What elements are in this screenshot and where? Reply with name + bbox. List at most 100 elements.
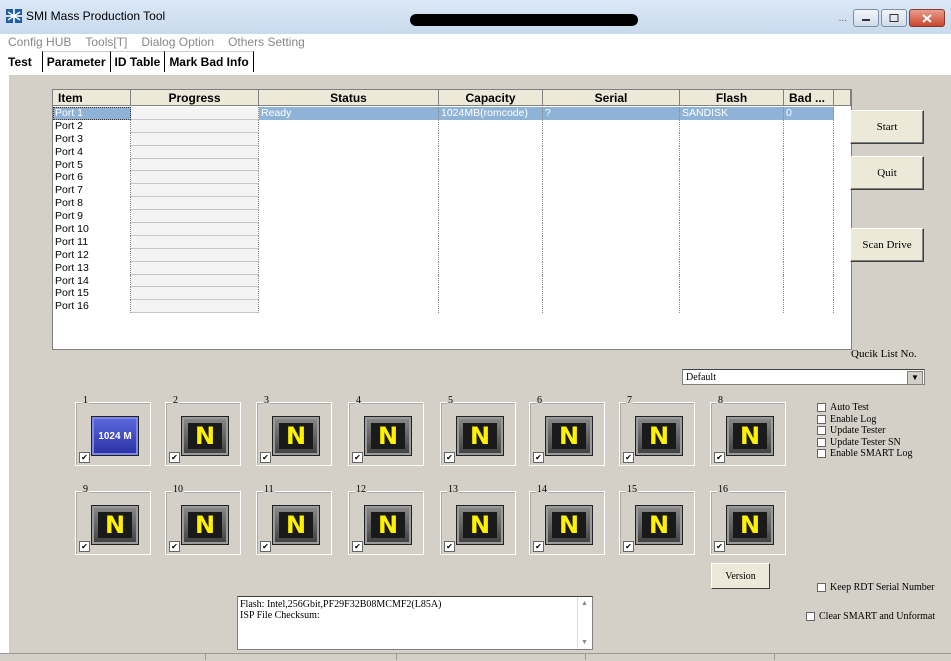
- table-row[interactable]: Port 15: [53, 287, 834, 301]
- drive-slot[interactable]: 14 N ✔: [529, 484, 605, 555]
- drive-slot[interactable]: 9 N ✔: [75, 484, 151, 555]
- table-row[interactable]: Port 11: [53, 235, 834, 249]
- start-button[interactable]: Start: [850, 110, 924, 144]
- drive-slot[interactable]: 1 1024 M ✔: [75, 395, 151, 466]
- checkbox-checked-icon[interactable]: ✔: [623, 452, 634, 463]
- checkbox-checked-icon[interactable]: ✔: [352, 541, 363, 552]
- table-row[interactable]: Port 5: [53, 158, 834, 172]
- maximize-button[interactable]: [881, 9, 907, 27]
- checkbox-icon[interactable]: [817, 583, 826, 592]
- checkbox-checked-icon[interactable]: ✔: [623, 541, 634, 552]
- clear-smart-checkbox[interactable]: Clear SMART and Unformat: [806, 611, 935, 622]
- checkbox-icon[interactable]: [817, 437, 826, 447]
- option-update-tester-sn[interactable]: Update Tester SN: [817, 437, 913, 449]
- menu-dialog-option[interactable]: Dialog Option: [133, 34, 220, 50]
- table-row[interactable]: Port 12: [53, 248, 834, 262]
- scan-drive-button[interactable]: Scan Drive: [850, 228, 924, 262]
- table-row[interactable]: Port 16: [53, 300, 834, 314]
- drive-slot[interactable]: 13 N ✔: [440, 484, 516, 555]
- drive-slot[interactable]: 12 N ✔: [348, 484, 424, 555]
- col-status[interactable]: Status: [259, 90, 439, 106]
- option-update-tester[interactable]: Update Tester: [817, 425, 913, 437]
- drive-slot[interactable]: 5 N ✔: [440, 395, 516, 466]
- dropdown-arrow-icon[interactable]: ▼: [907, 371, 923, 385]
- cell-bad: 0: [784, 107, 834, 120]
- keep-rdt-checkbox[interactable]: Keep RDT Serial Number: [817, 582, 935, 593]
- scroll-up-icon[interactable]: ▲: [581, 598, 588, 609]
- menu-config-hub[interactable]: Config HUB: [0, 34, 77, 50]
- checkbox-checked-icon[interactable]: ✔: [714, 452, 725, 463]
- table-row[interactable]: Port 6: [53, 171, 834, 185]
- checkbox-checked-icon[interactable]: ✔: [260, 452, 271, 463]
- cell-capacity: [439, 132, 543, 146]
- menu-tools[interactable]: Tools[T]: [77, 34, 133, 50]
- drive-slot[interactable]: 11 N ✔: [256, 484, 332, 555]
- drive-slot[interactable]: 4 N ✔: [348, 395, 424, 466]
- menu-others-setting[interactable]: Others Setting: [220, 34, 311, 50]
- cell-flash: [680, 300, 784, 314]
- checkbox-icon[interactable]: [817, 426, 826, 436]
- col-spacer: [834, 90, 851, 106]
- option-auto-test[interactable]: Auto Test: [817, 402, 913, 414]
- quick-list-select[interactable]: Default ▼: [682, 369, 925, 385]
- col-bad[interactable]: Bad ...: [784, 90, 834, 106]
- drive-slot[interactable]: 16 N ✔: [710, 484, 786, 555]
- drive-slot[interactable]: 3 N ✔: [256, 395, 332, 466]
- col-capacity[interactable]: Capacity: [439, 90, 543, 106]
- drive-slot[interactable]: 2 N ✔: [165, 395, 241, 466]
- checkbox-checked-icon[interactable]: ✔: [352, 452, 363, 463]
- close-button[interactable]: [909, 9, 945, 27]
- checkbox-checked-icon[interactable]: ✔: [79, 541, 90, 552]
- tab-test[interactable]: Test: [0, 52, 42, 72]
- col-progress[interactable]: Progress: [131, 90, 259, 106]
- version-button[interactable]: Version: [711, 563, 770, 589]
- drive-slot[interactable]: 8 N ✔: [710, 395, 786, 466]
- info-scrollbar[interactable]: ▲ ▼: [577, 597, 592, 649]
- checkbox-checked-icon[interactable]: ✔: [79, 452, 90, 463]
- col-serial[interactable]: Serial: [543, 90, 680, 106]
- table-row[interactable]: Port 3: [53, 132, 834, 146]
- drive-slot[interactable]: 10 N ✔: [165, 484, 241, 555]
- checkbox-checked-icon[interactable]: ✔: [169, 452, 180, 463]
- checkbox-icon[interactable]: [817, 414, 826, 424]
- checkbox-icon[interactable]: [817, 449, 826, 459]
- table-row[interactable]: Port 2: [53, 119, 834, 133]
- checkbox-icon[interactable]: [817, 403, 826, 413]
- table-row[interactable]: Port 4: [53, 145, 834, 159]
- cell-capacity: 1024MB(romcode): [439, 107, 543, 120]
- checkbox-checked-icon[interactable]: ✔: [260, 541, 271, 552]
- tab-parameter[interactable]: Parameter: [41, 51, 110, 72]
- drive-slot[interactable]: 15 N ✔: [619, 484, 695, 555]
- tab-mark-bad-info[interactable]: Mark Bad Info: [164, 51, 254, 72]
- table-row[interactable]: Port 14: [53, 274, 834, 288]
- cell-status: [259, 235, 439, 249]
- quit-button[interactable]: Quit: [850, 156, 924, 190]
- col-flash[interactable]: Flash: [680, 90, 784, 106]
- checkbox-checked-icon[interactable]: ✔: [533, 541, 544, 552]
- drive-slot[interactable]: 7 N ✔: [619, 395, 695, 466]
- checkbox-checked-icon[interactable]: ✔: [444, 452, 455, 463]
- info-textbox[interactable]: Flash: Intel,256Gbit,PF29F32B08MCMF2(L85…: [237, 596, 593, 650]
- cell-item: Port 12: [53, 248, 131, 262]
- drive-slot[interactable]: 6 N ✔: [529, 395, 605, 466]
- table-row[interactable]: Port 9: [53, 210, 834, 224]
- checkbox-checked-icon[interactable]: ✔: [533, 452, 544, 463]
- checkbox-checked-icon[interactable]: ✔: [714, 541, 725, 552]
- option-enable-smart-log[interactable]: Enable SMART Log: [817, 448, 913, 460]
- minimize-button[interactable]: [853, 9, 879, 27]
- cell-capacity: [439, 248, 543, 262]
- checkbox-checked-icon[interactable]: ✔: [444, 541, 455, 552]
- tab-id-table[interactable]: ID Table: [109, 51, 165, 72]
- option-enable-log[interactable]: Enable Log: [817, 414, 913, 426]
- table-row[interactable]: Port 8: [53, 197, 834, 211]
- checkbox-icon[interactable]: [806, 612, 815, 621]
- scroll-down-icon[interactable]: ▼: [581, 637, 588, 648]
- col-item[interactable]: Item: [53, 90, 131, 106]
- table-row[interactable]: Port 13: [53, 261, 834, 275]
- table-row[interactable]: Port 10: [53, 223, 834, 236]
- checkbox-checked-icon[interactable]: ✔: [169, 541, 180, 552]
- slot-number: 8: [717, 395, 724, 407]
- table-row[interactable]: Port 1 Ready 1024MB(romcode)? SANDISK 0: [53, 107, 834, 120]
- table-row[interactable]: Port 7: [53, 184, 834, 198]
- port-grid[interactable]: Item Progress Status Capacity Serial Fla…: [52, 89, 852, 350]
